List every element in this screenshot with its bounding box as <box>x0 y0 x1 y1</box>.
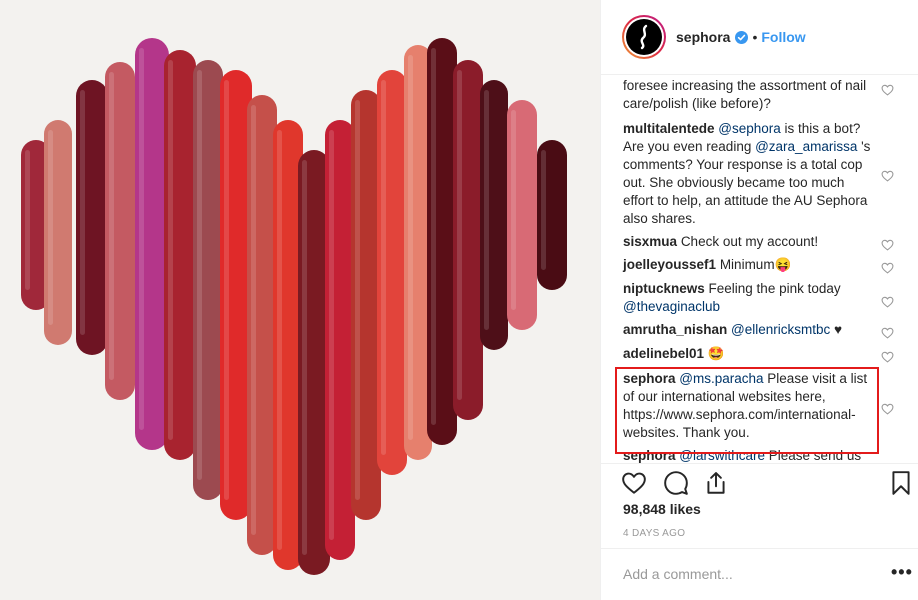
mention-link[interactable]: @sephora <box>718 121 781 136</box>
comment-username[interactable]: adelinebel01 <box>623 346 704 361</box>
follow-button[interactable]: Follow <box>761 29 805 45</box>
save-button[interactable] <box>888 470 914 496</box>
sephora-logo-icon <box>640 24 648 50</box>
post-side-panel: sephora • Follow foresee increasing the … <box>600 0 918 600</box>
comment-text: 🤩 <box>707 346 725 361</box>
comment-item: adelinebel01 🤩 <box>623 345 873 363</box>
mention-link[interactable]: @thevaginaclub <box>623 299 720 314</box>
swatch-highlight <box>484 90 489 330</box>
comment-text: Minimum😝 <box>719 257 792 272</box>
lipstick-heart-illustration <box>21 38 567 575</box>
swatch-highlight <box>80 90 85 335</box>
share-icon <box>707 472 725 494</box>
swatch-highlight <box>139 48 144 430</box>
post-date[interactable]: 4 DAYS AGO <box>623 528 685 539</box>
swatch-highlight <box>302 160 307 555</box>
like-comment-heart-icon[interactable] <box>881 296 894 308</box>
like-button[interactable] <box>621 470 647 496</box>
like-comment-heart-icon[interactable] <box>881 170 894 182</box>
swatch-highlight <box>511 110 516 310</box>
like-comment-heart-icon[interactable] <box>881 327 894 339</box>
comment-text: foresee increasing the assortment of nai… <box>623 78 867 111</box>
comment-username[interactable]: amrutha_nishan <box>623 322 727 337</box>
share-button[interactable] <box>703 470 729 496</box>
comment-item: sisxmua Check out my account! <box>623 233 873 251</box>
post-username[interactable]: sephora <box>676 29 730 45</box>
bookmark-icon <box>892 471 910 495</box>
swatch-highlight <box>541 150 546 270</box>
comment-text: Feeling the pink today <box>708 281 841 296</box>
mention-link[interactable]: @zara_amarissa <box>755 139 857 154</box>
comment-item: niptucknews Feeling the pink today @thev… <box>623 280 873 316</box>
swatch-highlight <box>277 130 282 550</box>
separator-dot: • <box>752 29 758 45</box>
swatch-highlight <box>381 80 386 455</box>
swatch-highlight <box>355 100 360 500</box>
swatch-highlight <box>197 70 202 480</box>
like-comment-heart-icon[interactable] <box>881 84 894 96</box>
comment-input[interactable] <box>623 563 863 585</box>
post-image[interactable] <box>0 0 600 600</box>
comment-username[interactable]: joelleyoussef1 <box>623 257 716 272</box>
post-actions: 98,848 likes 4 DAYS AGO <box>601 463 918 548</box>
comment-item: amrutha_nishan @ellenricksmtbc ♥ <box>623 321 873 339</box>
post-header: sephora • Follow <box>601 0 918 75</box>
swatch-highlight <box>25 150 30 290</box>
comment-username[interactable]: multitalentede <box>623 121 715 136</box>
like-comment-heart-icon[interactable] <box>881 239 894 251</box>
like-comment-heart-icon[interactable] <box>881 262 894 274</box>
likes-count[interactable]: 98,848 likes <box>623 501 701 517</box>
swatch-highlight <box>408 55 413 440</box>
swatch-highlight <box>109 72 114 380</box>
swatch-highlight <box>431 48 436 425</box>
verified-badge-icon <box>735 30 749 44</box>
comment-item: multitalentede @sephora is this a bot? A… <box>623 120 873 228</box>
comments-list[interactable]: foresee increasing the assortment of nai… <box>601 75 918 463</box>
comment-username[interactable]: niptucknews <box>623 281 705 296</box>
swatch-highlight <box>329 130 334 540</box>
swatch-highlight <box>224 80 229 500</box>
swatch-highlight <box>48 130 53 325</box>
comment-item: joelleyoussef1 Minimum😝 <box>623 256 873 274</box>
heart-icon <box>622 472 646 494</box>
swatch-highlight <box>251 105 256 535</box>
add-comment-section: ••• <box>601 548 918 600</box>
avatar[interactable] <box>622 15 666 59</box>
comment-text: Check out my account! <box>680 234 819 249</box>
comment-button[interactable] <box>663 470 689 496</box>
like-comment-heart-icon[interactable] <box>881 403 894 415</box>
swatch-highlight <box>457 70 462 400</box>
more-options-icon[interactable]: ••• <box>891 562 913 583</box>
comment-item: foresee increasing the assortment of nai… <box>623 77 873 113</box>
swatch-highlight <box>168 60 173 440</box>
comment-icon <box>664 471 688 495</box>
like-comment-heart-icon[interactable] <box>881 351 894 363</box>
comment-username[interactable]: sisxmua <box>623 234 677 249</box>
mention-link[interactable]: @ellenricksmtbc <box>731 322 830 337</box>
comment-text: ♥ <box>830 322 843 337</box>
highlight-box <box>615 367 879 454</box>
